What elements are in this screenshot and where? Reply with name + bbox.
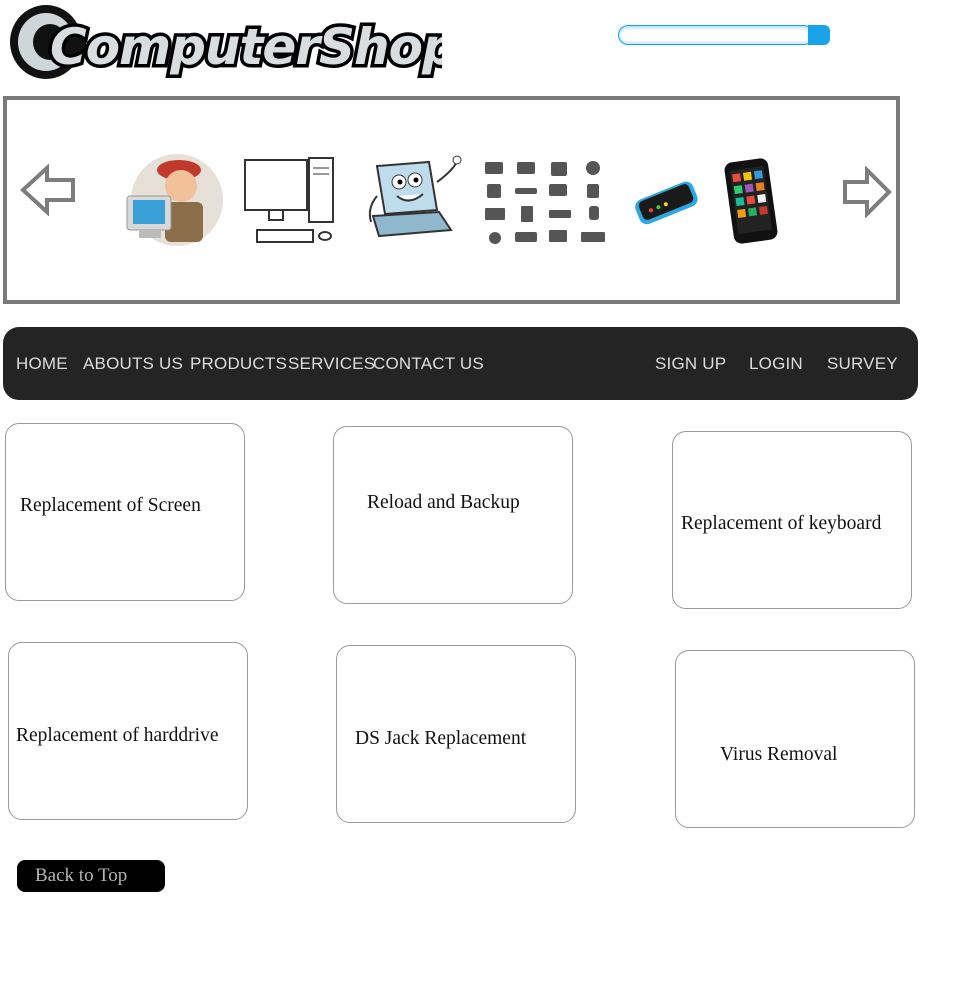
nav-products[interactable]: PRODUCTS xyxy=(190,354,287,374)
service-card-screen[interactable]: Replacement of Screen xyxy=(5,423,245,601)
tablet-phone-image[interactable] xyxy=(721,156,781,246)
service-card-harddrive[interactable]: Replacement of harddrive xyxy=(8,642,248,820)
service-card-reload-backup[interactable]: Reload and Backup xyxy=(333,426,573,604)
search-input[interactable] xyxy=(618,25,814,45)
laptop-cartoon-image[interactable] xyxy=(363,152,465,250)
search-button[interactable] xyxy=(808,25,830,45)
service-card-keyboard[interactable]: Replacement of keyboard xyxy=(672,431,912,609)
service-label: Replacement of harddrive xyxy=(16,725,219,746)
nav-survey[interactable]: SURVEY xyxy=(827,354,898,374)
nav-contact-us[interactable]: CONTACT US xyxy=(373,354,484,374)
site-logo[interactable]: ComputerShop xyxy=(6,2,442,82)
technician-image[interactable] xyxy=(117,152,229,252)
desktop-computer-image[interactable] xyxy=(241,154,341,252)
nav-login[interactable]: LOGIN xyxy=(749,354,803,374)
service-label: Replacement of Screen xyxy=(20,495,201,516)
hardware-icons-grid-image[interactable] xyxy=(481,158,611,246)
service-label: DS Jack Replacement xyxy=(355,728,527,749)
nav-sign-up[interactable]: SIGN UP xyxy=(655,354,726,374)
service-label: Reload and Backup xyxy=(367,492,520,513)
smartphone-image[interactable] xyxy=(631,174,701,230)
service-label: Replacement of keyboard xyxy=(681,513,882,534)
search-bar xyxy=(618,23,830,50)
service-card-ds-jack[interactable]: DS Jack Replacement xyxy=(336,645,576,823)
back-to-top-label: Back to Top xyxy=(35,865,128,886)
nav-services[interactable]: SERVICES xyxy=(288,354,375,374)
nav-home[interactable]: HOME xyxy=(16,354,68,374)
logo-text: ComputerShop xyxy=(50,18,442,76)
main-navbar: HOME ABOUTS US PRODUCTS SERVICES CONTACT… xyxy=(3,327,918,400)
service-card-virus-removal[interactable]: Virus Removal xyxy=(675,650,915,828)
arrow-right-outline-icon[interactable] xyxy=(841,165,901,219)
arrow-left-outline-icon[interactable] xyxy=(19,163,79,217)
service-label: Virus Removal xyxy=(720,744,838,765)
product-carousel xyxy=(3,96,900,304)
nav-about-us[interactable]: ABOUTS US xyxy=(83,354,183,374)
back-to-top-button[interactable]: Back to Top xyxy=(17,860,165,892)
